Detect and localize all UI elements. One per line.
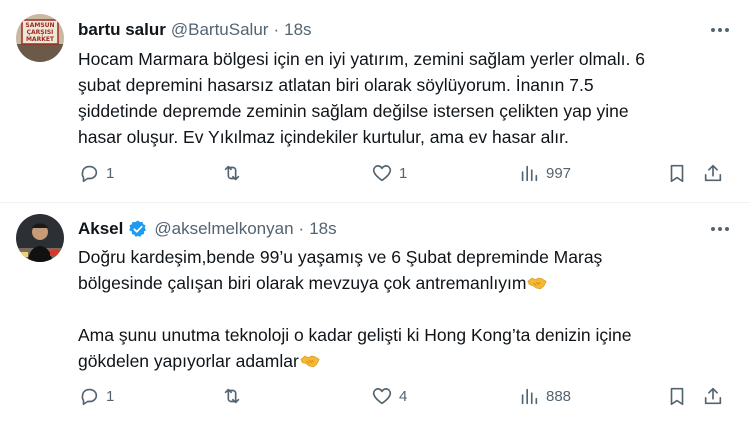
tweet-text-line: şubat depremini hasarsız atlatan biri ol… [78,75,594,95]
tweet-text-line: Doğru kardeşim,bende 99’u yaşamış ve 6 Ş… [78,247,603,267]
tweet-text-line: bölgesinde çalışan biri olarak mevzuya ç… [78,270,718,296]
reply-count: 1 [106,387,115,405]
view-count: 997 [546,164,572,182]
avatar-image: SAMSUN ÇARŞISI MARKET [16,14,64,62]
avatar-sign-line-2: ÇARŞISI [27,29,54,36]
retweet-button[interactable] [221,160,249,186]
share-upload-icon [704,387,722,405]
display-name[interactable]: Aksel [78,219,123,239]
tweet[interactable]: SAMSUN ÇARŞISI MARKET bartu salur @Bartu… [0,0,750,203]
retweet-button[interactable] [221,383,249,409]
timestamp[interactable]: 18s [284,20,311,40]
separator-dot: · [273,20,280,39]
tweet-text-line: Hocam Marmara bölgesi için en iyi yatırı… [78,49,645,69]
share-button[interactable] [702,383,724,409]
heart-icon [372,165,392,182]
share-button[interactable] [702,160,724,186]
avatar-image [16,214,64,262]
tweet-text-line: şiddetinde depremde zeminin sağlam değil… [78,101,629,121]
tweet[interactable]: Aksel @akselmelkonyan · 18s Doğru kardeş… [0,204,750,432]
more-options-button[interactable] [706,217,734,241]
tweet-text-line: hasar oluşur. Ev Yıkılmaz içindekiler ku… [78,127,569,147]
reply-button[interactable]: 1 [78,160,114,186]
avatar-sign-line-3: MARKET [26,36,55,43]
bookmark-icon [670,387,684,406]
tweet-header: Aksel @akselmelkonyan · 18s [78,217,690,241]
handshake-emoji-icon [300,355,320,368]
more-horizontal-icon [711,28,729,32]
like-button[interactable]: 1 [371,160,407,186]
like-count: 4 [399,387,408,405]
view-count: 888 [546,387,572,405]
reply-button[interactable]: 1 [78,383,114,409]
tweet-header: bartu salur @BartuSalur · 18s [78,18,690,42]
avatar-sign-line-1: SAMSUN [25,22,54,29]
bookmark-button[interactable] [666,383,688,409]
views-button[interactable]: 997 [518,160,571,186]
bookmark-button[interactable] [666,160,688,186]
tweet-text-segment: bölgesinde çalışan biri olarak mevzuya ç… [78,273,527,293]
tweet-text-line: gökdelen yapıyorlar adamlar [78,348,718,374]
views-button[interactable]: 888 [518,383,571,409]
views-bar-chart-icon [521,388,538,405]
timestamp[interactable]: 18s [309,219,336,239]
tweet-actions: 1 1 997 [76,160,734,186]
avatar[interactable]: SAMSUN ÇARŞISI MARKET [16,14,64,62]
like-button[interactable]: 4 [371,383,407,409]
more-options-button[interactable] [706,18,734,42]
tweet-text-line: Ama şunu unutma teknoloji o kadar gelişt… [78,325,632,345]
retweet-icon [224,165,240,181]
user-handle[interactable]: @BartuSalur [171,20,269,40]
reply-count: 1 [106,164,115,182]
heart-icon [372,388,392,405]
tweet-text-segment: gökdelen yapıyorlar adamlar [78,351,299,371]
like-count: 1 [399,164,408,182]
views-bar-chart-icon [521,165,538,182]
display-name[interactable]: bartu salur [78,20,166,40]
user-handle[interactable]: @akselmelkonyan [154,219,293,239]
tweet-text: Hocam Marmara bölgesi için en iyi yatırı… [78,46,718,150]
tweet-actions: 1 4 888 [76,383,734,409]
separator-dot: · [298,219,305,238]
reply-bubble-icon [81,388,98,406]
avatar[interactable] [16,214,64,262]
retweet-icon [224,388,240,404]
share-upload-icon [704,164,722,182]
tweet-text: Doğru kardeşim,bende 99’u yaşamış ve 6 Ş… [78,244,718,374]
bookmark-icon [670,164,684,183]
handshake-emoji-icon [527,277,548,290]
more-horizontal-icon [711,227,729,231]
verified-badge-icon [129,220,147,237]
reply-bubble-icon [81,165,98,183]
